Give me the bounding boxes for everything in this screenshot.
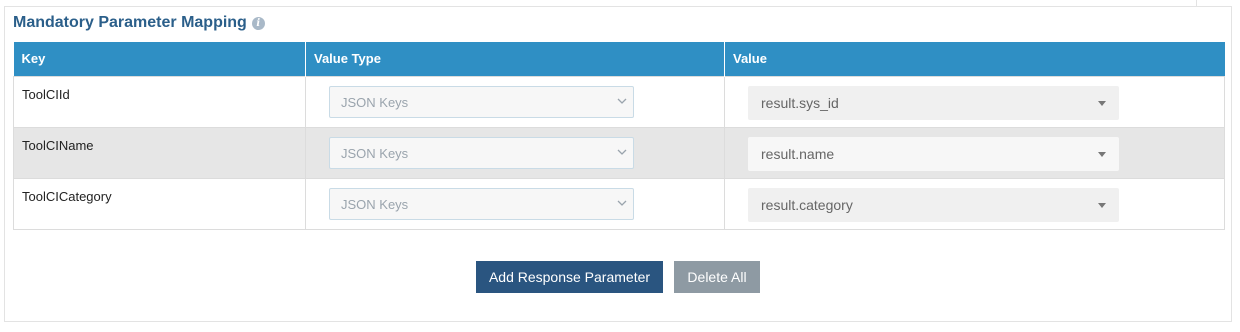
value-cell: result.sys_id — [724, 75, 1225, 128]
key-text: ToolCIId — [22, 86, 70, 102]
section-title: Mandatory Parameter Mapping i — [13, 14, 265, 32]
key-cell: ToolCICategory — [13, 177, 306, 230]
value-type-cell: JSON Keys — [305, 126, 725, 179]
value-selected: result.name — [761, 145, 835, 162]
table-row: ToolCIName JSON Keys result.name — [13, 126, 1225, 179]
caret-down-icon — [1098, 151, 1106, 157]
value-type-selected: JSON Keys — [341, 145, 409, 161]
value-type-select[interactable]: JSON Keys — [329, 187, 634, 220]
chevron-down-icon — [617, 200, 627, 206]
value-type-cell: JSON Keys — [305, 177, 725, 230]
value-type-selected: JSON Keys — [341, 196, 409, 212]
divider — [1196, 0, 1197, 6]
value-cell: result.category — [724, 177, 1225, 230]
header-value-type: Value Type — [305, 42, 725, 76]
chevron-down-icon — [617, 149, 627, 155]
key-text: ToolCIName — [22, 137, 94, 153]
value-selected: result.sys_id — [761, 94, 839, 111]
value-type-select[interactable]: JSON Keys — [329, 85, 634, 118]
value-select[interactable]: result.sys_id — [748, 85, 1119, 120]
section-title-text: Mandatory Parameter Mapping — [13, 14, 247, 31]
table-header-row: Key Value Type Value — [13, 42, 1225, 76]
value-select[interactable]: result.name — [748, 136, 1119, 171]
add-response-parameter-button[interactable]: Add Response Parameter — [476, 261, 663, 293]
delete-all-button[interactable]: Delete All — [674, 261, 760, 293]
key-cell: ToolCIId — [13, 75, 306, 128]
value-type-cell: JSON Keys — [305, 75, 725, 128]
value-select[interactable]: result.category — [748, 187, 1119, 222]
header-key: Key — [13, 42, 306, 76]
header-value: Value — [724, 42, 1225, 76]
info-icon[interactable]: i — [251, 16, 265, 30]
chevron-down-icon — [617, 98, 627, 104]
parameter-mapping-table: Key Value Type Value ToolCIId JSON Keys … — [13, 42, 1225, 230]
key-text: ToolCICategory — [22, 188, 112, 204]
table-row: ToolCICategory JSON Keys result.category — [13, 177, 1225, 230]
key-cell: ToolCIName — [13, 126, 306, 179]
table-row: ToolCIId JSON Keys result.sys_id — [13, 75, 1225, 128]
value-cell: result.name — [724, 126, 1225, 179]
value-type-selected: JSON Keys — [341, 94, 409, 110]
value-selected: result.category — [761, 196, 853, 213]
caret-down-icon — [1098, 202, 1106, 208]
value-type-select[interactable]: JSON Keys — [329, 136, 634, 169]
caret-down-icon — [1098, 100, 1106, 106]
